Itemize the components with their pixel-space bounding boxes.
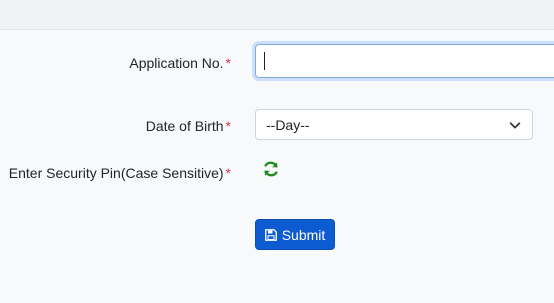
top-bar [0,0,554,30]
required-mark: * [225,55,231,71]
submit-button-label: Submit [281,226,326,243]
dob-label: Date of Birth * [146,118,231,134]
save-icon [264,228,277,241]
dob-day-select[interactable]: --Day-- [255,109,533,140]
chevron-down-icon [509,121,521,128]
refresh-icon[interactable] [262,160,280,178]
dob-day-value: --Day-- [266,116,310,133]
application-no-label: Application No. * [129,55,231,71]
text-caret [264,52,265,70]
application-no-input[interactable] [255,44,554,78]
security-pin-label: Enter Security Pin(Case Sensitive) * [9,165,231,181]
required-mark: * [225,118,231,134]
dob-label-text: Date of Birth [145,118,224,134]
required-mark: * [225,165,231,181]
submit-button[interactable]: Submit [255,219,335,250]
security-pin-label-text: Enter Security Pin(Case Sensitive) [8,165,224,181]
application-no-label-text: Application No. [129,55,224,71]
